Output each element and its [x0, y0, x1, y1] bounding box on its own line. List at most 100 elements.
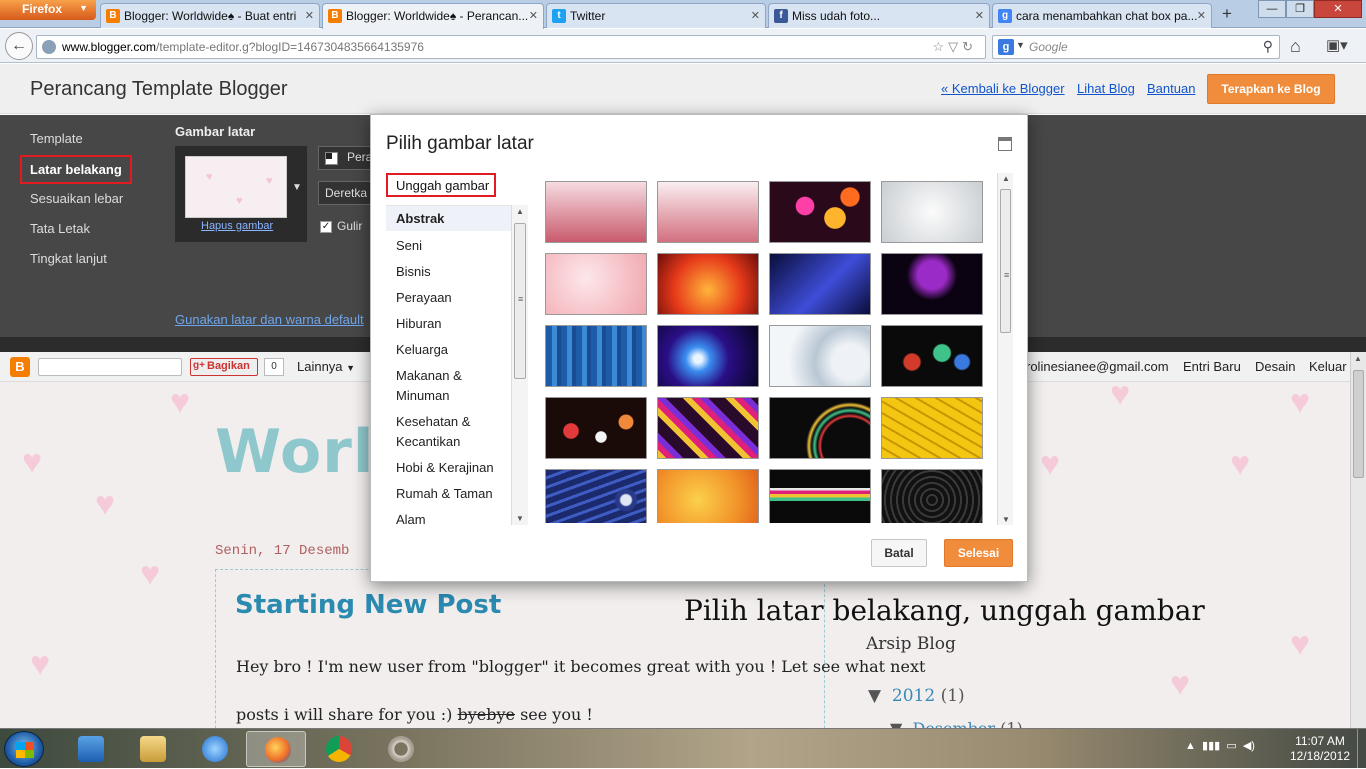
background-tile[interactable]: [881, 181, 983, 243]
taskbar-internet-explorer[interactable]: [184, 731, 244, 767]
sidebar-item-layout[interactable]: Tata Letak: [30, 221, 90, 236]
background-tile[interactable]: [881, 253, 983, 315]
sidebar-item-advanced[interactable]: Tingkat lanjut: [30, 251, 107, 266]
category-health-beauty[interactable]: Kesehatan & Kecantikan: [386, 412, 512, 452]
sidebar-item-adjust-width[interactable]: Sesuaikan lebar: [30, 191, 123, 206]
blogger-logo-icon[interactable]: B: [10, 357, 30, 377]
bookmarks-icon[interactable]: ▣▾: [1326, 36, 1348, 54]
back-to-blogger-link[interactable]: « Kembali ke Blogger: [941, 81, 1065, 96]
background-tile[interactable]: [657, 469, 759, 523]
repeat-dropdown[interactable]: Deretka: [318, 181, 378, 205]
scroll-up-icon[interactable]: ▲: [1354, 354, 1362, 363]
background-tile[interactable]: [769, 469, 871, 523]
position-button[interactable]: Pera: [318, 146, 378, 170]
scrollbar-thumb[interactable]: ≡: [1000, 189, 1011, 333]
search-bar[interactable]: g ▼ Google ⚲: [992, 35, 1280, 59]
taskbar-media-player[interactable]: [60, 731, 120, 767]
category-entertainment[interactable]: Hiburan: [386, 314, 512, 334]
volume-icon[interactable]: ◀): [1243, 740, 1255, 752]
sidebar-item-background[interactable]: Latar belakang: [20, 155, 132, 184]
clock[interactable]: 11:07 AM 12/18/2012: [1284, 734, 1356, 764]
new-tab-button[interactable]: +: [1216, 4, 1238, 26]
logout-link[interactable]: Keluar: [1309, 359, 1347, 374]
archive-year[interactable]: ▼ 2012 (1): [868, 686, 965, 706]
category-business[interactable]: Bisnis: [386, 262, 512, 282]
new-post-link[interactable]: Entri Baru: [1183, 359, 1241, 374]
taskbar-firefox[interactable]: [246, 731, 306, 767]
category-hobbies-crafts[interactable]: Hobi & Kerajinan: [386, 458, 512, 478]
system-tray[interactable]: ▲ ▮▮▮ ▭ ◀): [1185, 739, 1255, 752]
background-tile[interactable]: [769, 253, 871, 315]
background-tile[interactable]: [545, 397, 647, 459]
tab-blogger-edit[interactable]: B Blogger: Worldwide♠ - Buat entri ✕: [100, 3, 320, 28]
back-button[interactable]: ←: [5, 32, 33, 60]
use-default-background-link[interactable]: Gunakan latar dan warna default: [175, 312, 364, 327]
grid-scrollbar[interactable]: ▲ ≡ ▼: [997, 173, 1013, 525]
background-tile[interactable]: [881, 397, 983, 459]
scroll-up-icon[interactable]: ▲: [516, 207, 524, 216]
url-bar[interactable]: www.blogger.com/template-editor.g?blogID…: [36, 35, 986, 59]
done-button[interactable]: Selesai: [944, 539, 1013, 567]
background-tile[interactable]: [545, 253, 647, 315]
tab-twitter[interactable]: t Twitter ✕: [546, 3, 766, 28]
blog-search-input[interactable]: [38, 358, 182, 376]
minimize-button[interactable]: —: [1258, 0, 1286, 18]
power-icon[interactable]: ▭: [1226, 740, 1236, 752]
apply-to-blog-button[interactable]: Terapkan ke Blog: [1207, 74, 1335, 104]
window-close-button[interactable]: ✕: [1314, 0, 1362, 18]
url-actions[interactable]: ☆▽↻: [932, 39, 977, 55]
background-tile[interactable]: [881, 325, 983, 387]
archive-year-link[interactable]: 2012: [892, 686, 935, 706]
chevron-down-icon[interactable]: ▽: [948, 39, 962, 54]
design-link[interactable]: Desain: [1255, 359, 1295, 374]
background-tile[interactable]: [769, 325, 871, 387]
taskbar-app[interactable]: [370, 731, 430, 767]
share-button[interactable]: g+ Bagikan: [190, 358, 258, 376]
category-food-drink[interactable]: Makanan & Minuman: [386, 366, 512, 406]
preview-scrollbar[interactable]: ▲: [1350, 352, 1366, 728]
background-tile[interactable]: [769, 181, 871, 243]
upload-image-link[interactable]: Unggah gambar: [386, 173, 496, 197]
background-tile[interactable]: [769, 397, 871, 459]
signal-icon[interactable]: ▮▮▮: [1202, 740, 1220, 752]
close-icon[interactable]: ✕: [1197, 9, 1206, 22]
home-icon[interactable]: ⌂: [1290, 36, 1301, 57]
triangle-down-icon[interactable]: ▼: [868, 686, 881, 706]
scroll-down-icon[interactable]: ▼: [1002, 515, 1010, 524]
start-button[interactable]: [4, 731, 44, 767]
background-tile[interactable]: [657, 397, 759, 459]
chevron-down-icon[interactable]: ▼: [292, 182, 302, 193]
star-icon[interactable]: ☆: [932, 39, 948, 54]
firefox-menu-button[interactable]: Firefox ▼: [0, 0, 96, 20]
remove-image-link[interactable]: Hapus gambar: [201, 220, 273, 232]
triangle-down-icon[interactable]: ▼: [890, 719, 902, 728]
help-link[interactable]: Bantuan: [1147, 81, 1195, 96]
archive-month-link[interactable]: Desember: [912, 719, 995, 728]
archive-month[interactable]: ▼ Desember (1): [890, 719, 1023, 728]
background-tile[interactable]: [657, 253, 759, 315]
category-home-garden[interactable]: Rumah & Taman: [386, 484, 512, 504]
sidebar-item-template[interactable]: Template: [30, 131, 83, 146]
category-scrollbar[interactable]: ▲ ≡ ▼: [511, 205, 528, 525]
scroll-down-icon[interactable]: ▼: [516, 514, 524, 523]
taskbar-chrome[interactable]: [308, 731, 368, 767]
background-tile[interactable]: [657, 325, 759, 387]
category-celebration[interactable]: Perayaan: [386, 288, 512, 308]
cancel-button[interactable]: Batal: [871, 539, 927, 567]
chevron-up-icon[interactable]: ▲: [1185, 740, 1196, 752]
maximize-icon[interactable]: [998, 137, 1012, 151]
restore-button[interactable]: ❐: [1286, 0, 1314, 18]
close-icon[interactable]: ✕: [529, 9, 538, 22]
category-abstract[interactable]: Abstrak: [386, 206, 512, 231]
more-menu[interactable]: Lainnya ▼: [297, 359, 355, 374]
category-nature[interactable]: Alam: [386, 510, 512, 525]
background-tile[interactable]: [545, 469, 647, 523]
scrollbar-thumb[interactable]: [1353, 370, 1364, 478]
close-icon[interactable]: ✕: [751, 9, 760, 22]
tab-google-search[interactable]: g cara menambahkan chat box pa... ✕: [992, 3, 1212, 28]
background-thumbnail-box[interactable]: ♥ ♥ ♥ Hapus gambar: [175, 146, 307, 242]
reload-icon[interactable]: ↻: [962, 39, 977, 54]
scrollbar-thumb[interactable]: ≡: [514, 223, 526, 379]
background-tile[interactable]: [881, 469, 983, 523]
search-icon[interactable]: ⚲: [1263, 38, 1273, 55]
